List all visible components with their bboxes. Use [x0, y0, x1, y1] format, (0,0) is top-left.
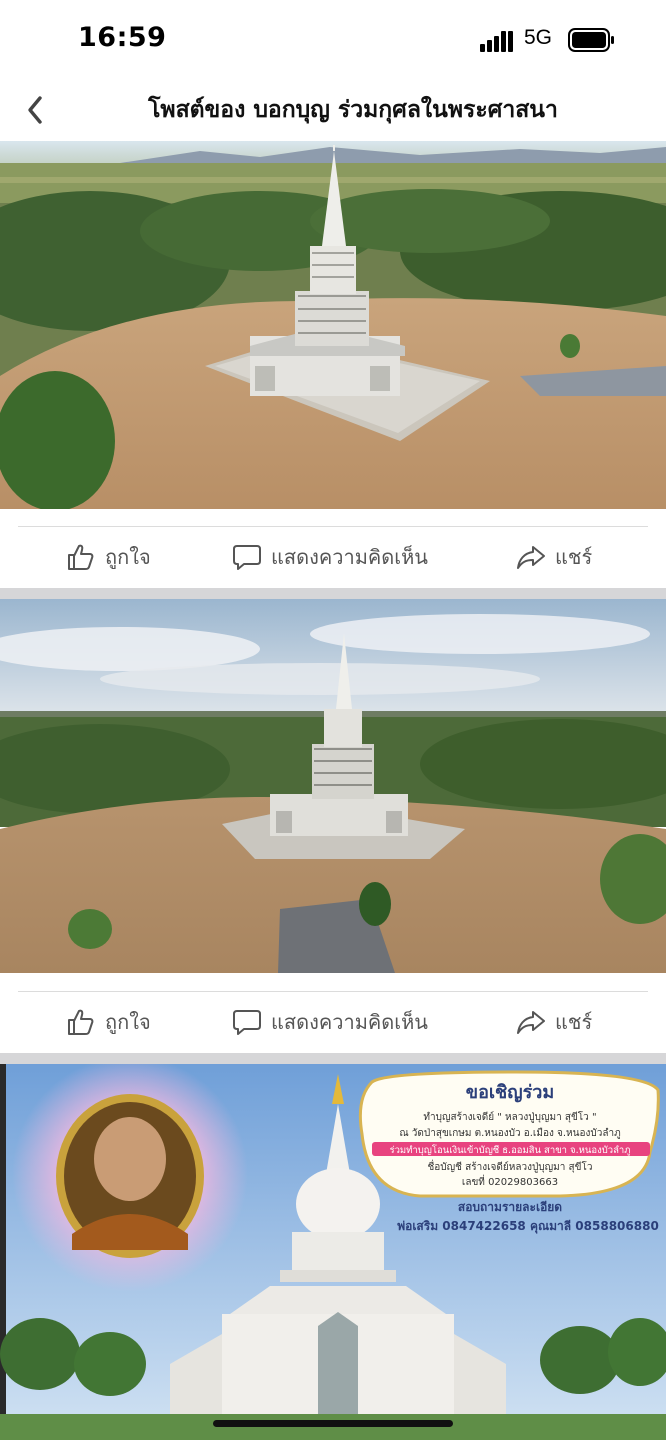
share-icon — [517, 546, 545, 569]
share-button[interactable]: แชร์ — [516, 1005, 592, 1039]
like-button[interactable]: ถูกใจ — [66, 540, 151, 574]
share-button[interactable]: แชร์ — [516, 540, 592, 574]
like-label: ถูกใจ — [105, 1010, 151, 1034]
poster-line-5: เลขที่ 02029803663 — [462, 1174, 558, 1188]
comment-label: แสดงความคิดเห็น — [271, 1010, 428, 1034]
post-separator — [0, 1053, 666, 1064]
donation-poster[interactable]: ขอเชิญร่วม ทำบุญสร้างเจดีย์ " หลวงปู่บุญ… — [0, 1064, 666, 1440]
comment-button[interactable]: แสดงความคิดเห็น — [232, 1005, 428, 1039]
comment-button[interactable]: แสดงความคิดเห็น — [232, 540, 428, 574]
poster-line-1: ทำบุญสร้างเจดีย์ " หลวงปู่บุญมา สุขีโว " — [423, 1110, 596, 1123]
poster-inquire: สอบถามรายละเอียด — [458, 1200, 562, 1214]
page-title: โพสต์ของ บอกบุญ ร่วมกุศลในพระศาสนา — [148, 97, 558, 123]
post-header: โพสต์ของ บอกบุญ ร่วมกุศลในพระศาสนา — [0, 80, 666, 140]
poster-line-3: ร่วมทำบุญโอนเงินเข้าบัญชี ธ.ออมสิน สาขา … — [389, 1144, 630, 1156]
thumbs-up-icon — [68, 1009, 94, 1035]
thumbs-up-icon — [68, 544, 94, 570]
battery-icon — [568, 28, 614, 52]
poster-title: ขอเชิญร่วม — [466, 1082, 554, 1103]
like-button[interactable]: ถูกใจ — [66, 1005, 151, 1039]
share-icon — [517, 1011, 545, 1034]
divider — [18, 991, 648, 992]
poster-contacts: พ่อเสริม 0847422658 คุณมาลี 0858806880 — [397, 1219, 659, 1234]
post-photo-1[interactable] — [0, 141, 666, 509]
share-label: แชร์ — [555, 1010, 593, 1034]
network-label: 5G — [524, 26, 553, 49]
status-time: 16:59 — [78, 22, 167, 53]
divider — [18, 526, 648, 527]
poster-line-4: ชื่อบัญชี สร้างเจดีย์หลวงปู่บุญมา สุขีโว — [428, 1159, 593, 1173]
post-actions-1: ถูกใจ แสดงความคิดเห็น แชร์ — [0, 526, 666, 588]
comment-icon — [233, 1010, 261, 1035]
post-actions-2: ถูกใจ แสดงความคิดเห็น แชร์ — [0, 991, 666, 1053]
comment-label: แสดงความคิดเห็น — [271, 545, 428, 569]
post-photo-2[interactable] — [0, 599, 666, 973]
like-label: ถูกใจ — [105, 545, 151, 569]
signal-icon — [480, 31, 513, 52]
poster-line-2: ณ วัดป่าสุขเกษม ต.หนองบัว อ.เมือง จ.หนอง… — [399, 1127, 620, 1139]
back-chevron-icon[interactable] — [18, 90, 54, 130]
comment-icon — [233, 545, 261, 570]
home-indicator[interactable] — [213, 1420, 453, 1427]
status-bar: 16:59 5G — [0, 0, 666, 80]
post-separator — [0, 588, 666, 599]
share-label: แชร์ — [555, 545, 593, 569]
